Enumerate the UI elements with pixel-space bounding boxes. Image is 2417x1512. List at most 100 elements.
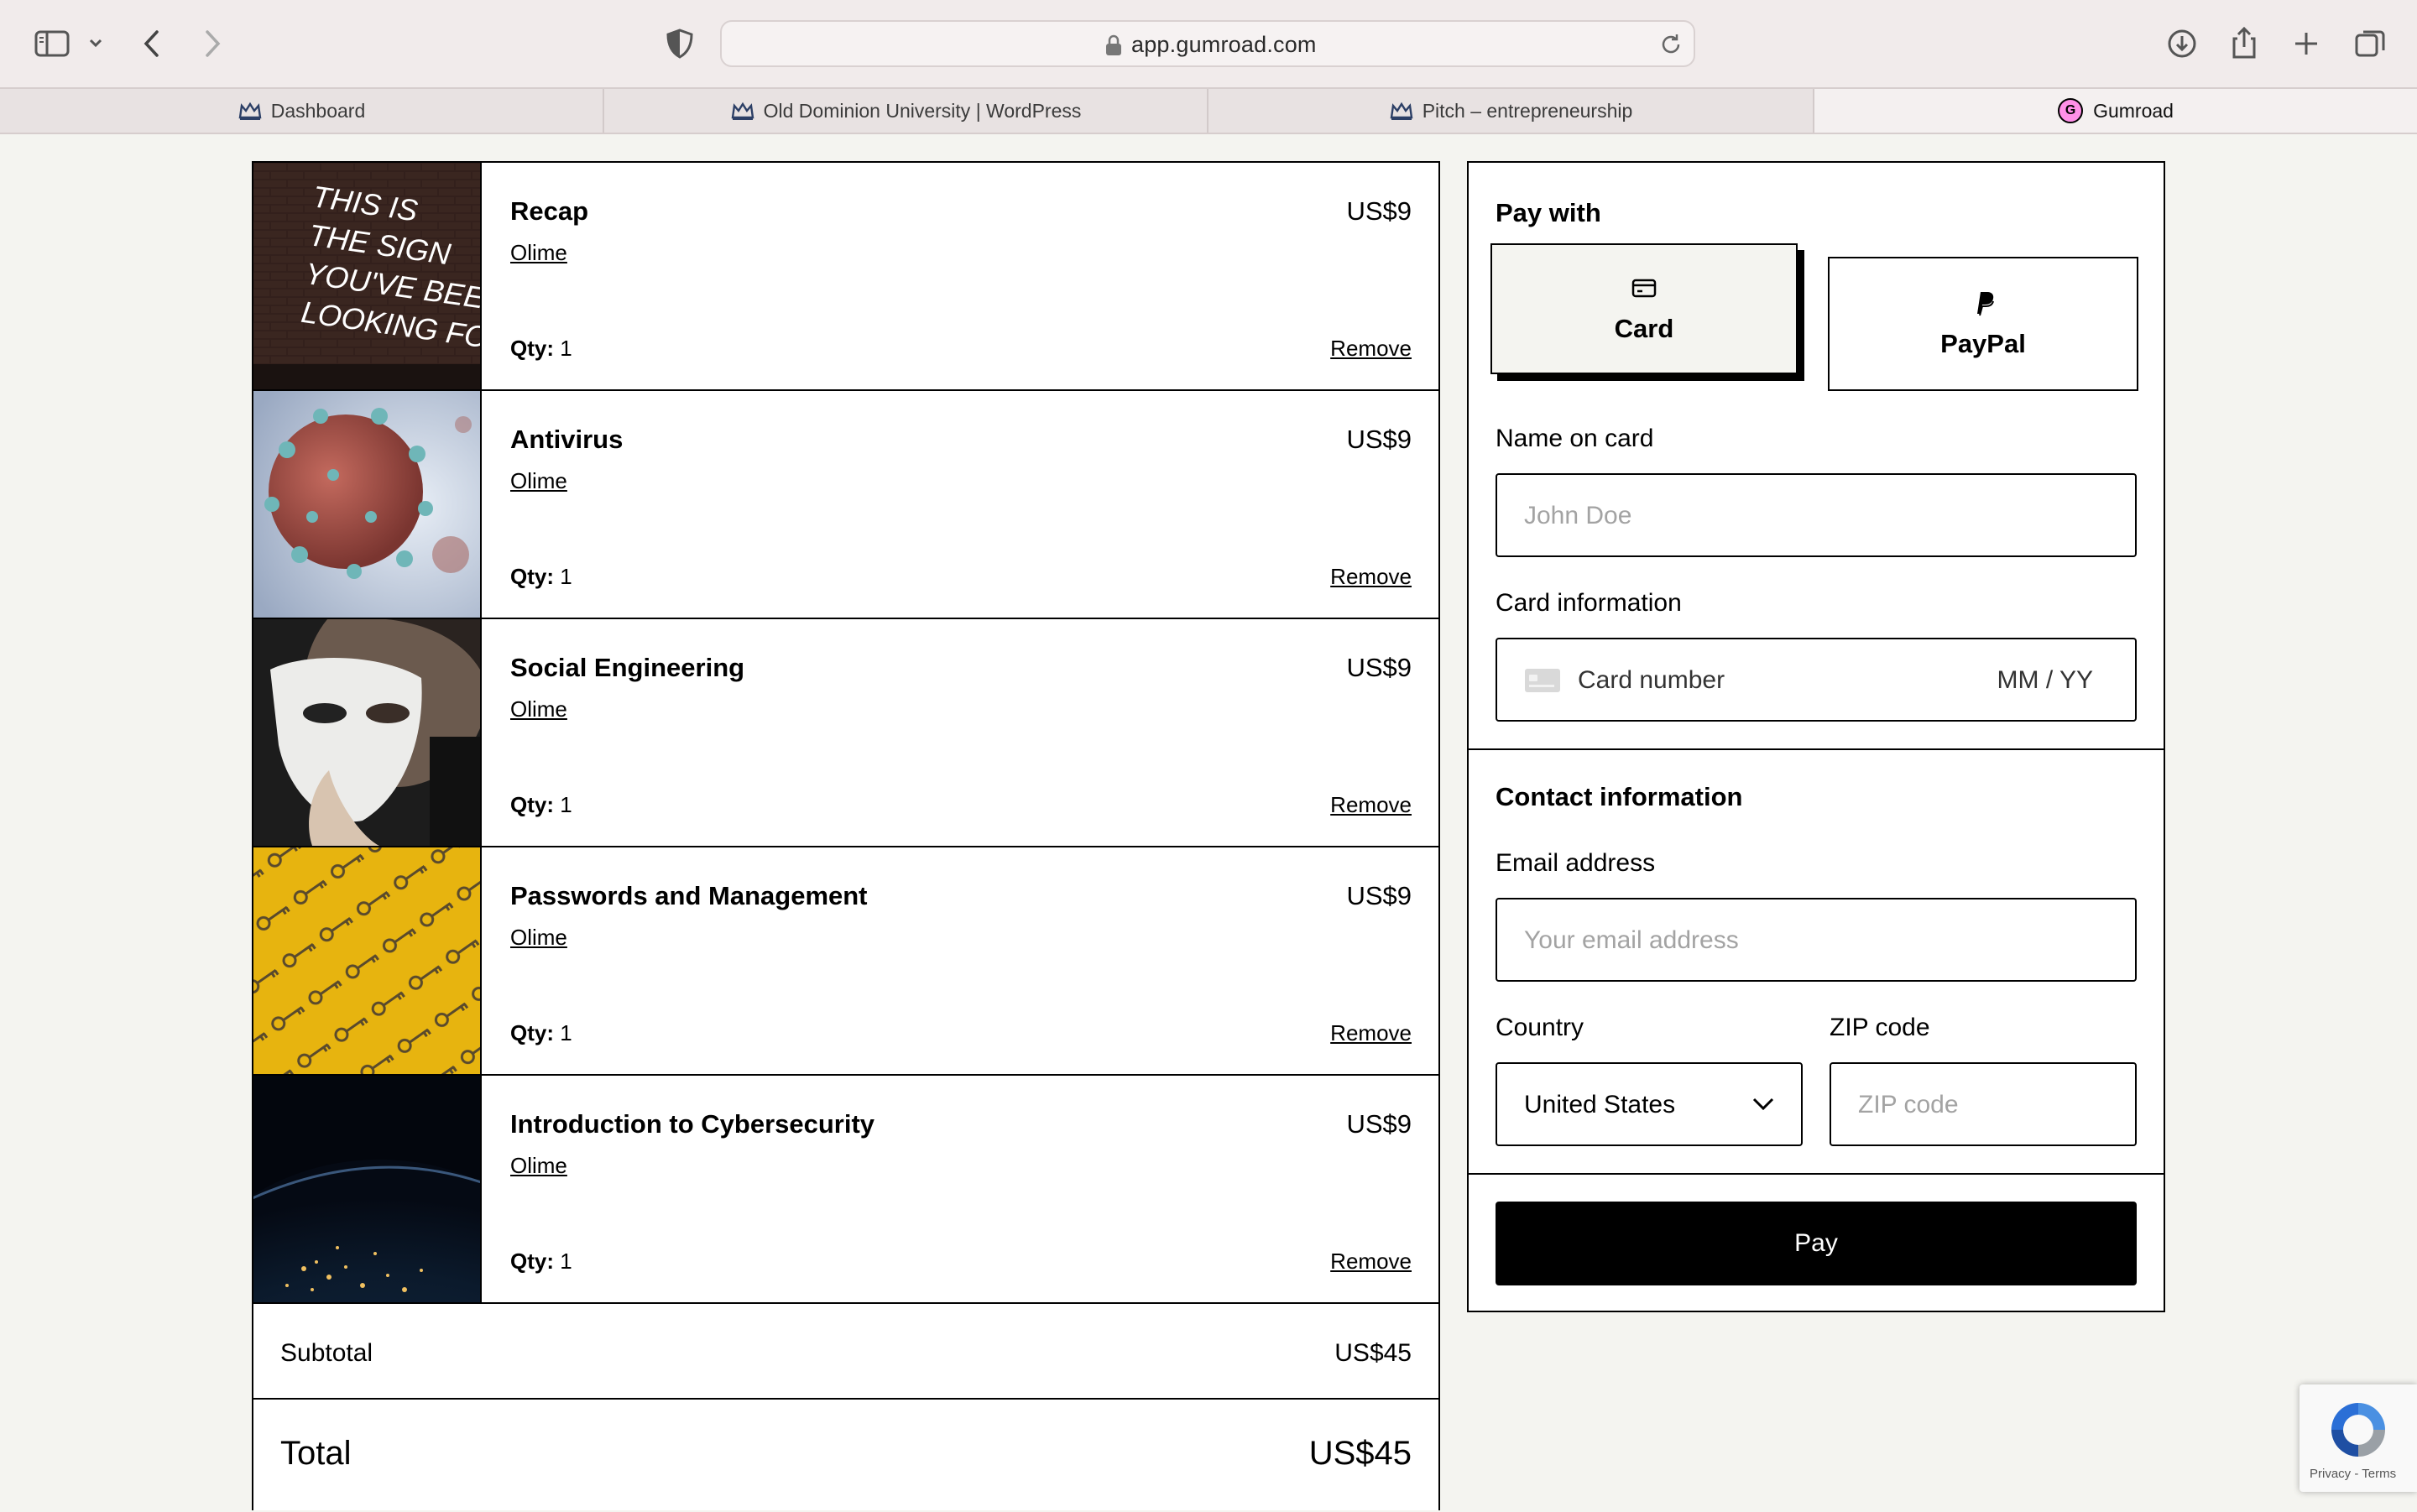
privacy-shield-icon[interactable] <box>660 23 700 64</box>
qty-label: Qty: <box>510 1020 554 1045</box>
product-title[interactable]: Recap <box>510 196 588 227</box>
tab-overview-icon[interactable] <box>2350 23 2390 64</box>
card-information-label: Card information <box>1496 589 1682 617</box>
gumroad-g-icon: G <box>2058 98 2084 123</box>
tab-bar: Dashboard Old Dominion University | Word… <box>0 87 2417 134</box>
product-thumbnail: THIS IS THE SIGN YOU'VE BEEN LOOKING FOR <box>253 163 482 389</box>
product-price: US$9 <box>1346 881 1412 910</box>
tab-label: Dashboard <box>270 99 366 122</box>
seller-link[interactable]: Olime <box>510 925 567 951</box>
share-icon[interactable] <box>2224 23 2264 64</box>
zip-input[interactable]: ZIP code <box>1830 1062 2137 1146</box>
pay-with-heading: Pay with <box>1496 198 1601 227</box>
pay-button[interactable]: Pay <box>1496 1202 2137 1285</box>
recaptcha-links[interactable]: Privacy - Terms <box>2310 1467 2396 1481</box>
section-divider <box>1469 748 2164 750</box>
placeholder: Your email address <box>1524 926 1739 954</box>
remove-button[interactable]: Remove <box>1330 336 1412 362</box>
crown-icon <box>1390 102 1413 120</box>
tab-label: Gumroad <box>2093 99 2174 122</box>
contact-information-heading: Contact information <box>1496 782 1743 811</box>
browser-toolbar: app.gumroad.com <box>0 0 2417 87</box>
sidebar-toggle-icon[interactable] <box>32 23 72 64</box>
placeholder: John Doe <box>1524 502 1632 529</box>
product-thumbnail <box>253 391 482 618</box>
method-label: Card <box>1614 314 1674 343</box>
back-arrow-icon[interactable] <box>133 23 173 64</box>
tab-pitch[interactable]: Pitch – entrepreneurship <box>1208 89 1814 133</box>
payment-panel: Pay with Card PayPal Name on card John D… <box>1467 161 2165 1312</box>
lock-icon <box>1106 34 1121 55</box>
name-on-card-input[interactable]: John Doe <box>1496 473 2137 557</box>
country-label: Country <box>1496 1014 1584 1041</box>
qty-label: Qty: <box>510 792 554 817</box>
name-on-card-label: Name on card <box>1496 425 1654 452</box>
cart-item: Antivirus US$9 Olime Qty: 1 Remove <box>253 391 1438 619</box>
country-select[interactable]: United States <box>1496 1062 1803 1146</box>
qty-label: Qty: <box>510 564 554 589</box>
quantity: Qty: 1 <box>510 1020 572 1046</box>
method-label: PayPal <box>1940 329 2026 358</box>
quantity: Qty: 1 <box>510 564 572 590</box>
email-input[interactable]: Your email address <box>1496 898 2137 982</box>
total-row: Total US$45 <box>253 1400 1438 1512</box>
forward-arrow-icon[interactable] <box>191 23 232 64</box>
crown-icon <box>731 102 754 120</box>
qty-label: Qty: <box>510 1249 554 1274</box>
product-title[interactable]: Social Engineering <box>510 653 744 683</box>
subtotal-value: US$45 <box>1334 1339 1412 1367</box>
remove-button[interactable]: Remove <box>1330 792 1412 818</box>
qty-value: 1 <box>560 792 572 817</box>
product-thumbnail <box>253 847 482 1074</box>
tab-label: Pitch – entrepreneurship <box>1422 99 1633 122</box>
qty-value: 1 <box>560 1020 572 1045</box>
product-price: US$9 <box>1346 1109 1412 1139</box>
tab-odu-wordpress[interactable]: Old Dominion University | WordPress <box>604 89 1208 133</box>
card-method-button[interactable]: Card <box>1490 243 1798 374</box>
remove-button[interactable]: Remove <box>1330 564 1412 590</box>
zip-label: ZIP code <box>1830 1014 1930 1041</box>
new-tab-plus-icon[interactable] <box>2286 23 2326 64</box>
seller-link[interactable]: Olime <box>510 696 567 722</box>
product-title[interactable]: Passwords and Management <box>510 881 868 911</box>
email-label: Email address <box>1496 849 1656 877</box>
quantity: Qty: 1 <box>510 336 572 362</box>
subtotal-label: Subtotal <box>280 1339 373 1367</box>
product-thumbnail <box>253 1076 482 1302</box>
qty-value: 1 <box>560 336 572 361</box>
card-number-placeholder: Card number <box>1578 666 1725 694</box>
paypal-icon <box>1977 292 1994 316</box>
reload-icon[interactable] <box>1658 32 1684 57</box>
chevron-down-icon[interactable] <box>84 23 107 64</box>
cart-panel: THIS IS THE SIGN YOU'VE BEEN LOOKING FOR… <box>252 161 1440 1510</box>
remove-button[interactable]: Remove <box>1330 1249 1412 1275</box>
qty-value: 1 <box>560 564 572 589</box>
recaptcha-icon <box>2331 1403 2385 1457</box>
seller-link[interactable]: Olime <box>510 240 567 266</box>
seller-link[interactable]: Olime <box>510 468 567 494</box>
product-thumbnail <box>253 619 482 846</box>
cart-item: Introduction to Cybersecurity US$9 Olime… <box>253 1076 1438 1304</box>
credit-card-icon <box>1631 279 1657 298</box>
tab-gumroad[interactable]: G Gumroad <box>1814 89 2417 133</box>
recaptcha-badge[interactable]: Privacy - Terms <box>2300 1384 2417 1492</box>
card-number-input[interactable]: Card number MM / YY <box>1496 638 2137 722</box>
total-value: US$45 <box>1308 1435 1412 1472</box>
tab-dashboard[interactable]: Dashboard <box>0 89 604 133</box>
remove-button[interactable]: Remove <box>1330 1020 1412 1046</box>
cart-item: THIS IS THE SIGN YOU'VE BEEN LOOKING FOR… <box>253 163 1438 391</box>
address-bar[interactable]: app.gumroad.com <box>720 20 1695 67</box>
downloads-icon[interactable] <box>2162 23 2202 64</box>
product-title[interactable]: Introduction to Cybersecurity <box>510 1109 874 1139</box>
qty-value: 1 <box>560 1249 572 1274</box>
cart-item: Social Engineering US$9 Olime Qty: 1 Rem… <box>253 619 1438 847</box>
tab-label: Old Dominion University | WordPress <box>763 99 1082 122</box>
paypal-method-button[interactable]: PayPal <box>1828 257 2138 391</box>
quantity: Qty: 1 <box>510 792 572 818</box>
chevron-down-icon <box>1752 1098 1774 1111</box>
product-price: US$9 <box>1346 196 1412 226</box>
seller-link[interactable]: Olime <box>510 1153 567 1179</box>
card-expiry-placeholder: MM / YY <box>1997 666 2093 694</box>
product-title[interactable]: Antivirus <box>510 425 623 455</box>
section-divider <box>1469 1173 2164 1175</box>
